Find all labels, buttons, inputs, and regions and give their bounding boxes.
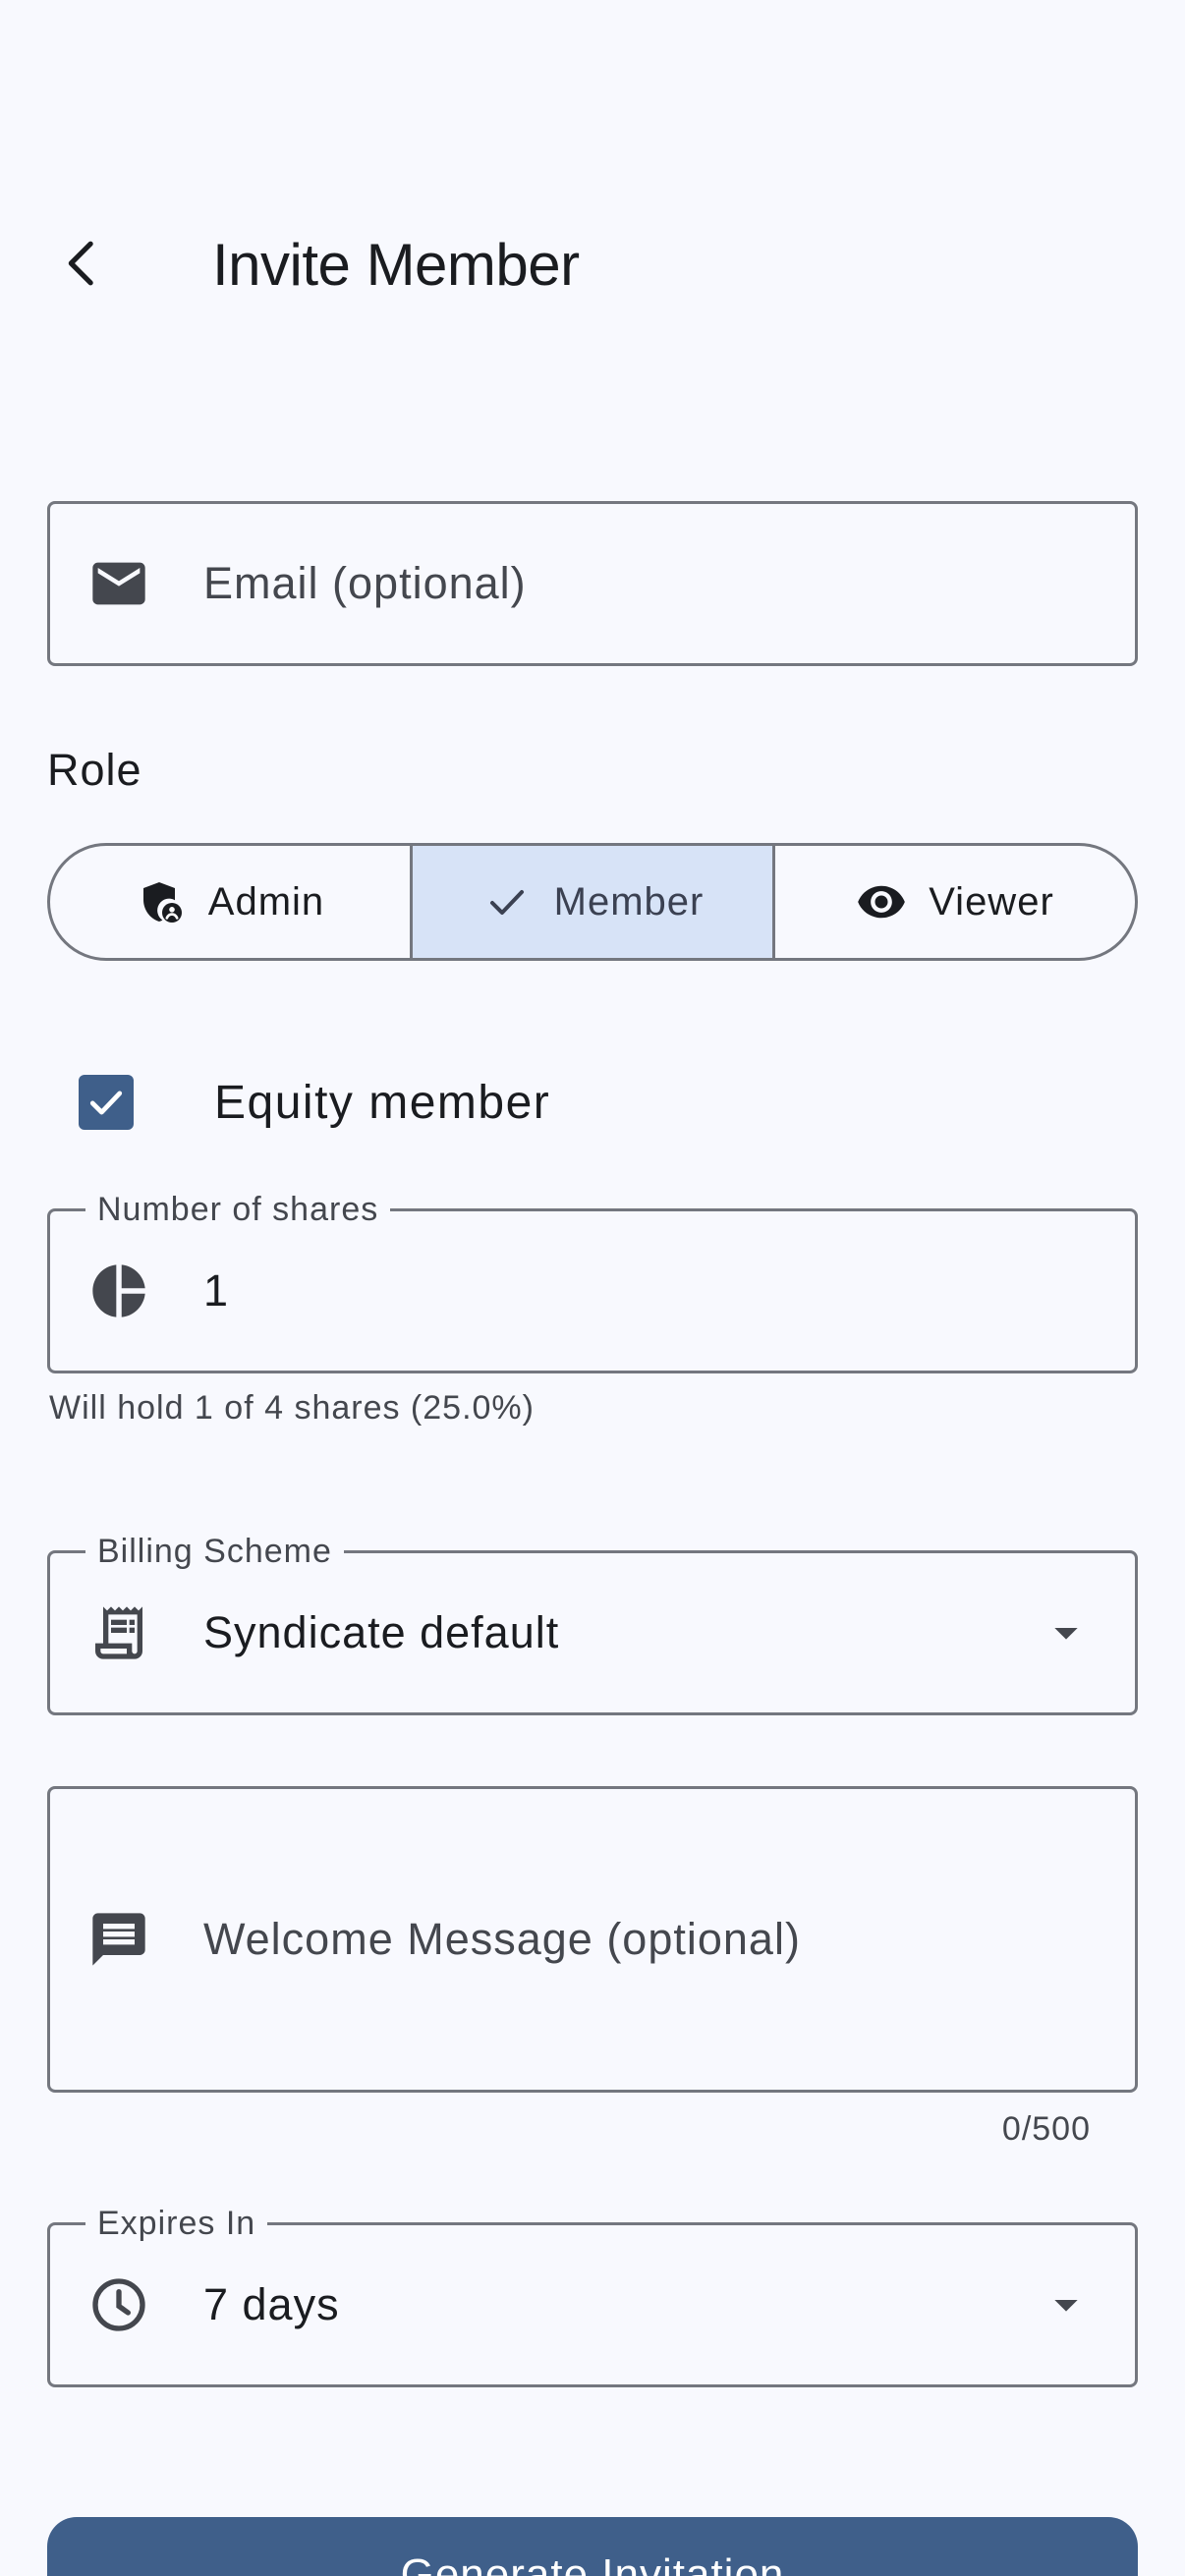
shares-input: 1: [203, 1265, 230, 1316]
expires-in-label: Expires In: [85, 2204, 268, 2243]
role-option-label: Member: [553, 879, 705, 924]
expires-in-value: 7 days: [203, 2279, 340, 2329]
shares-field[interactable]: Number of shares 1: [47, 1190, 1138, 1373]
shares-helper-text: Will hold 1 of 4 shares (25.0%): [49, 1389, 535, 1427]
back-button[interactable]: [35, 216, 130, 310]
eye-icon: [856, 876, 907, 927]
dropdown-arrow-icon: [1046, 2285, 1086, 2324]
clock-icon: [87, 2273, 150, 2336]
check-icon: [481, 876, 533, 927]
role-option-label: Admin: [207, 879, 325, 924]
page-title: Invite Member: [212, 232, 580, 298]
email-placeholder: Email (optional): [203, 558, 527, 608]
welcome-message-placeholder: Welcome Message (optional): [203, 1914, 801, 1964]
role-label: Role: [47, 745, 142, 795]
email-icon: [87, 552, 150, 615]
pie-chart-icon: [87, 1260, 150, 1322]
email-field[interactable]: Email (optional): [47, 501, 1138, 666]
welcome-message-counter: 0/500: [1001, 2110, 1091, 2148]
expires-in-dropdown[interactable]: Expires In 7 days: [47, 2204, 1138, 2387]
billing-scheme-label: Billing Scheme: [85, 1532, 344, 1571]
equity-member-row[interactable]: Equity member: [47, 1053, 550, 1151]
chat-message-icon: [87, 1908, 150, 1971]
role-segmented-control: Admin Member Viewer: [47, 843, 1138, 961]
checkmark-icon: [89, 1091, 123, 1115]
role-option-viewer[interactable]: Viewer: [772, 846, 1135, 958]
billing-scheme-value: Syndicate default: [203, 1607, 560, 1657]
equity-member-checkbox[interactable]: [79, 1075, 134, 1130]
equity-member-label: Equity member: [214, 1076, 551, 1129]
welcome-message-field[interactable]: Welcome Message (optional): [47, 1786, 1138, 2093]
generate-invitation-button[interactable]: Generate Invitation: [47, 2517, 1138, 2576]
arrow-back-icon: [68, 241, 93, 286]
role-option-admin[interactable]: Admin: [50, 846, 410, 958]
role-option-member[interactable]: Member: [410, 846, 772, 958]
receipt-icon: [87, 1601, 150, 1664]
role-option-label: Viewer: [929, 879, 1054, 924]
dropdown-arrow-icon: [1046, 1613, 1086, 1652]
billing-scheme-dropdown[interactable]: Billing Scheme Syndicate default: [47, 1532, 1138, 1715]
shares-label: Number of shares: [85, 1190, 391, 1229]
top-app-bar: Invite Member: [0, 196, 1185, 334]
invite-member-screen: Invite Member Email (optional) Role Admi…: [0, 0, 1185, 2576]
admin-shield-icon: [136, 876, 187, 927]
generate-invitation-label: Generate Invitation: [400, 2550, 785, 2576]
